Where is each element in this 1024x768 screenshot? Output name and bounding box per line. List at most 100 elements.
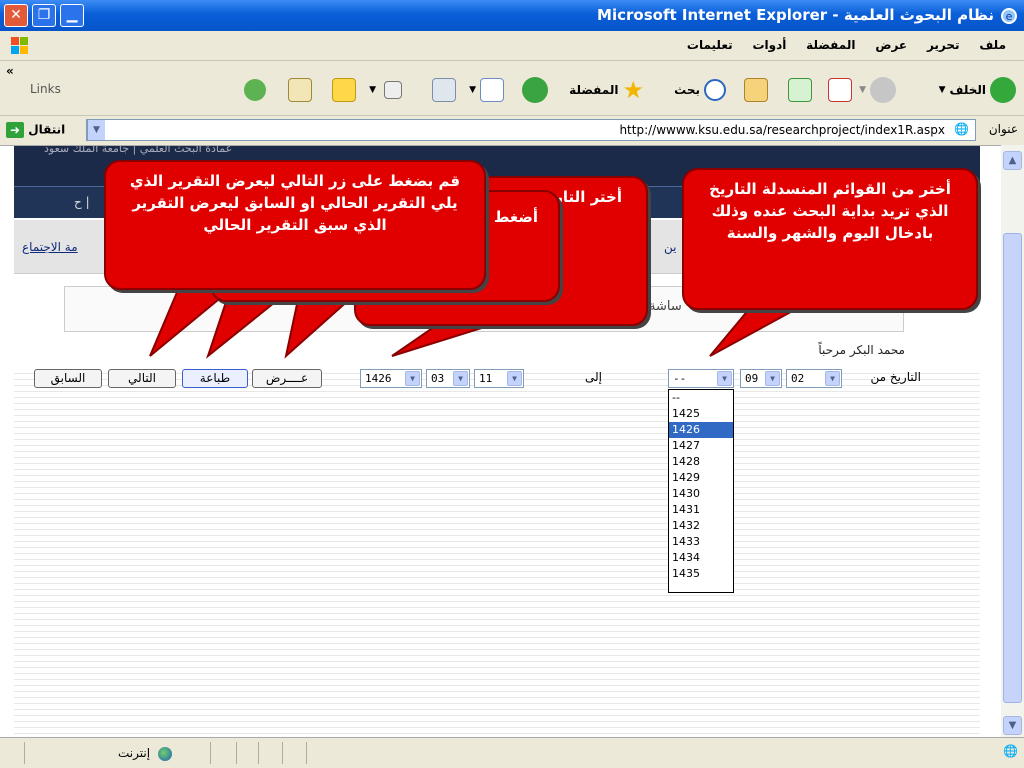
info-text: ساشة — [649, 299, 682, 314]
year-option[interactable]: 1429 — [669, 470, 733, 486]
globe-icon — [157, 746, 172, 761]
year-option[interactable]: 1425 — [669, 406, 733, 422]
mail-button[interactable]: ▼ — [469, 76, 504, 104]
star-icon: ★ — [622, 76, 644, 104]
address-bar: عنوان http://wwww.ksu.edu.sa/researchpro… — [0, 117, 1024, 144]
internet-zone: إنترنت — [118, 746, 172, 761]
home-icon — [744, 78, 768, 102]
title-bar: نظام البحوث العلمية - Microsoft Internet… — [0, 0, 1024, 31]
from-day-select[interactable]: 02 ▼ — [786, 369, 842, 388]
mail-icon — [480, 78, 504, 102]
minimize-button[interactable]: ▁ — [60, 4, 84, 27]
toolbar: الخلف ▼ ▼ بحث ★ المفضلة ▼ ▼ « Links — [0, 62, 1024, 116]
research-button[interactable] — [288, 76, 312, 104]
menu-edit[interactable]: تحرير — [927, 38, 960, 52]
year-option[interactable]: 1426 — [669, 422, 733, 438]
stop-icon — [828, 78, 852, 102]
year-option[interactable]: 1432 — [669, 518, 733, 534]
vertical-scrollbar[interactable]: ▲ ▼ — [1001, 145, 1024, 737]
menu-tools[interactable]: أدوات — [752, 38, 786, 52]
maximize-button[interactable]: ❐ — [32, 4, 56, 27]
callout-left-text: قم بضغط على زر التالي ليعرض التقرير الذي… — [129, 172, 461, 234]
refresh-icon — [788, 78, 812, 102]
windows-logo-icon — [11, 37, 28, 54]
back-button[interactable]: الخلف ▼ — [939, 76, 1016, 104]
status-separator — [210, 742, 211, 764]
callout-right: أختر من القوائم المنسدلة التاريخ الذي تر… — [682, 168, 978, 310]
page-icon: 🌐 — [954, 122, 969, 136]
print-button[interactable]: طباعة — [182, 369, 248, 388]
go-button[interactable]: انتقال ➜ — [6, 122, 65, 138]
to-date-label: إلى — [585, 370, 602, 384]
banner-text: عمادة البحث العلمي | جامعة الملك سعود — [44, 145, 233, 155]
year-option[interactable]: 1431 — [669, 502, 733, 518]
research-icon — [288, 78, 312, 102]
search-button[interactable]: بحث — [674, 76, 726, 104]
view-button[interactable]: عــــرض — [252, 369, 322, 388]
refresh-button[interactable] — [788, 76, 812, 104]
history-icon — [522, 77, 548, 103]
print-toolbar-button[interactable] — [432, 76, 456, 104]
callout-left: قم بضغط على زر التالي ليعرض التقرير الذي… — [104, 160, 486, 290]
search-label: بحث — [674, 83, 700, 97]
messenger-icon — [244, 79, 266, 101]
scroll-up-icon[interactable]: ▲ — [1003, 151, 1022, 170]
messenger-button[interactable] — [244, 76, 266, 104]
favorites-button[interactable]: ★ المفضلة — [569, 76, 644, 104]
restore-icon: ❐ — [37, 7, 51, 23]
next-button[interactable]: التالي — [108, 369, 176, 388]
address-input[interactable]: http://wwww.ksu.edu.sa/researchproject/i… — [86, 119, 976, 141]
nav-text: ح | — [74, 195, 90, 209]
back-arrow-icon — [990, 77, 1016, 103]
to-day-value: 11 — [479, 372, 493, 385]
zone-label: إنترنت — [118, 746, 151, 760]
menu-file[interactable]: ملف — [979, 38, 1006, 52]
note-icon — [332, 78, 356, 102]
year-option[interactable]: 1428 — [669, 454, 733, 470]
chevron-down-icon: ▼ — [765, 371, 780, 386]
menu-bar: ملف تحرير عرض المفضلة أدوات تعليمات — [0, 31, 1024, 61]
scroll-down-icon[interactable]: ▼ — [1003, 716, 1022, 735]
chevron-down-icon: ▼ — [507, 371, 522, 386]
address-dropdown-icon[interactable]: ▼ — [87, 120, 105, 140]
mid-link[interactable]: ين — [664, 240, 676, 254]
menu-help[interactable]: تعليمات — [687, 38, 733, 52]
year-option[interactable]: 1430 — [669, 486, 733, 502]
discuss-button[interactable] — [332, 76, 356, 104]
scroll-thumb[interactable] — [1003, 233, 1022, 703]
chevron-down-icon: ▼ — [717, 371, 732, 386]
year-option[interactable]: 1427 — [669, 438, 733, 454]
minimize-icon: ▁ — [66, 7, 78, 23]
sociology-link[interactable]: مة الاجتماع — [22, 240, 78, 254]
year-dropdown-list[interactable]: -- 1425 1426 1427 1428 1429 1430 1431 1432 1433 14… — [668, 389, 734, 593]
year-option[interactable]: 1433 — [669, 534, 733, 550]
home-button[interactable] — [744, 76, 768, 104]
address-url: http://wwww.ksu.edu.sa/researchproject/i… — [619, 123, 945, 137]
from-year-select[interactable]: -- ▼ — [668, 369, 734, 388]
history-button[interactable] — [522, 76, 548, 104]
callout-right-text: أختر من القوائم المنسدلة التاريخ الذي تر… — [709, 180, 951, 242]
edit-button[interactable] — [384, 76, 402, 104]
menu-list: ملف تحرير عرض المفضلة أدوات تعليمات — [671, 38, 1006, 52]
year-option[interactable]: 1434 — [669, 550, 733, 566]
close-button[interactable]: ✕ — [4, 4, 28, 27]
greeting-text: محمد البكر مرحباً — [818, 343, 905, 357]
to-day-select[interactable]: 11 ▼ — [474, 369, 524, 388]
to-month-select[interactable]: 03 ▼ — [426, 369, 470, 388]
mail-dropdown-icon: ▼ — [469, 85, 476, 95]
from-month-select[interactable]: 09 ▼ — [740, 369, 782, 388]
edit-dropdown[interactable]: ▼ — [369, 76, 376, 104]
edit-dropdown-icon: ▼ — [369, 85, 376, 95]
year-option[interactable]: 1435 — [669, 566, 733, 582]
forward-button[interactable]: ▼ — [859, 76, 896, 104]
to-year-value: 1426 — [365, 372, 392, 385]
go-label: انتقال — [28, 122, 66, 137]
year-option[interactable]: -- — [669, 390, 733, 406]
menu-view[interactable]: عرض — [875, 38, 907, 52]
prev-button[interactable]: السابق — [34, 369, 102, 388]
back-label: الخلف — [949, 83, 986, 97]
menu-favorites[interactable]: المفضلة — [806, 38, 855, 52]
stop-button[interactable] — [828, 76, 852, 104]
to-year-select[interactable]: 1426 ▼ — [360, 369, 422, 388]
status-separator — [258, 742, 259, 764]
